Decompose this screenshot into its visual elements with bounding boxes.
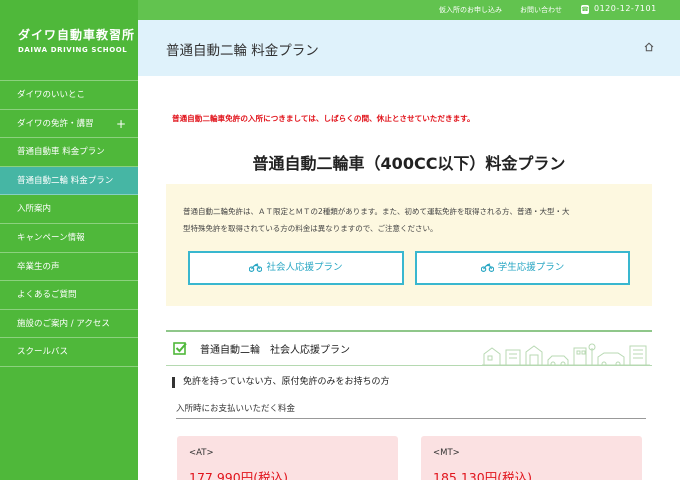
sidebar-item-label: 入所案内 (17, 204, 52, 215)
info-text: 普通自動二輪免許は、ＡＴ限定とＭＴの2種類があります。また、初めて運転免許を取得… (183, 203, 639, 237)
expand-plus-icon[interactable]: + (116, 110, 126, 139)
sidebar-item-label: 卒業生の声 (17, 261, 60, 272)
motorcycle-icon (480, 263, 495, 272)
card-price: 177,990円(税込) (189, 470, 288, 480)
sidebar-item-admission[interactable]: 入所案内 (0, 195, 138, 224)
sidebar-item-label: キャンペーン情報 (17, 232, 85, 243)
sidebar-item-licenses[interactable]: ダイワの免許・講習 + (0, 110, 138, 139)
main-heading: 普通自動二輪車（400CC以下）料金プラン (252, 154, 566, 173)
page-title: 普通自動二輪 料金プラン (166, 43, 319, 59)
town-illustration-icon (482, 343, 650, 366)
info-text-line: 普通自動二輪免許は、ＡＴ限定とＭＴの2種類があります。また、初めて運転免許を取得… (183, 207, 570, 216)
page-header: 普通自動二輪 料金プラン (138, 20, 680, 76)
price-card-at: <AT> 177,990円(税込) (177, 436, 398, 480)
target-subheading: 免許を持っていない方、原付免許のみをお持ちの方 (172, 377, 390, 388)
sidebar: ダイワ自動車教習所 DAIWA DRIVING SCHOOL ダイワのいいとこ … (0, 0, 138, 480)
suspension-notice: 普通自動二輪車免許の入所につきましては、しばらくの間、休止とさせていただきます。 (172, 114, 475, 123)
sidebar-nav: ダイワのいいとこ ダイワの免許・講習 + 普通自動車 料金プラン 普通自動二輪 料… (0, 80, 138, 367)
sidebar-item-faq[interactable]: よくあるご質問 (0, 281, 138, 310)
section-header: 普通自動二輪 社会人応援プラン (166, 330, 652, 366)
checkbox-icon (173, 342, 187, 355)
logo[interactable]: ダイワ自動車教習所 DAIWA DRIVING SCHOOL (18, 26, 135, 54)
motorcycle-icon (249, 263, 263, 272)
info-text-line: 型特殊免許を取得されている方の料金は異なりますので、ご注意ください。 (183, 224, 438, 233)
logo-japanese: ダイワ自動車教習所 (18, 28, 136, 42)
info-box: 普通自動二輪免許は、ＡＴ限定とＭＴの2種類があります。また、初めて運転免許を取得… (166, 184, 652, 306)
sidebar-item-label: ダイワの免許・講習 (17, 118, 94, 129)
home-icon[interactable] (644, 42, 654, 52)
sidebar-item-car-plan[interactable]: 普通自動車 料金プラン (0, 138, 138, 167)
sidebar-item-campaign[interactable]: キャンペーン情報 (0, 224, 138, 253)
apply-link[interactable]: 仮入所のお申し込み (439, 5, 502, 15)
sidebar-item-motorcycle-plan[interactable]: 普通自動二輪 料金プラン (0, 166, 138, 196)
student-plan-button[interactable]: 学生応援プラン (415, 251, 630, 285)
section-title: 普通自動二輪 社会人応援プラン (200, 345, 350, 356)
card-price: 185,130円(税込) (433, 470, 532, 480)
contact-link[interactable]: お問い合わせ (520, 5, 562, 15)
sidebar-item-label: 普通自動二輪 料金プラン (17, 175, 114, 186)
sidebar-item-good-points[interactable]: ダイワのいいとこ (0, 81, 138, 110)
top-bar: 仮入所のお申し込み お問い合わせ ☎ 0120-12-7101 (138, 0, 680, 20)
price-card-mt: <MT> 185,130円(税込) (421, 436, 642, 480)
sidebar-item-label: よくあるご質問 (17, 290, 77, 301)
sidebar-item-graduates[interactable]: 卒業生の声 (0, 253, 138, 282)
card-label: <MT> (433, 448, 460, 458)
payment-label: 入所時にお支払いいただく料金 (176, 402, 646, 419)
phone-number[interactable]: 0120-12-7101 (594, 4, 657, 13)
card-label: <AT> (189, 448, 214, 458)
phone-icon: ☎ (581, 5, 589, 14)
sidebar-item-school-bus[interactable]: スクールバス (0, 338, 138, 367)
sidebar-item-access[interactable]: 施設のご案内 / アクセス (0, 310, 138, 339)
student-plan-label: 学生応援プラン (497, 262, 565, 273)
sidebar-item-label: スクールバス (17, 347, 69, 358)
sidebar-item-label: ダイワのいいとこ (17, 90, 86, 100)
sidebar-item-label: 施設のご案内 / アクセス (17, 318, 110, 329)
social-plan-button[interactable]: 社会人応援プラン (188, 251, 404, 285)
social-plan-label: 社会人応援プラン (266, 262, 343, 273)
logo-english: DAIWA DRIVING SCHOOL (18, 46, 128, 54)
sidebar-item-label: 普通自動車 料金プラン (17, 147, 105, 158)
